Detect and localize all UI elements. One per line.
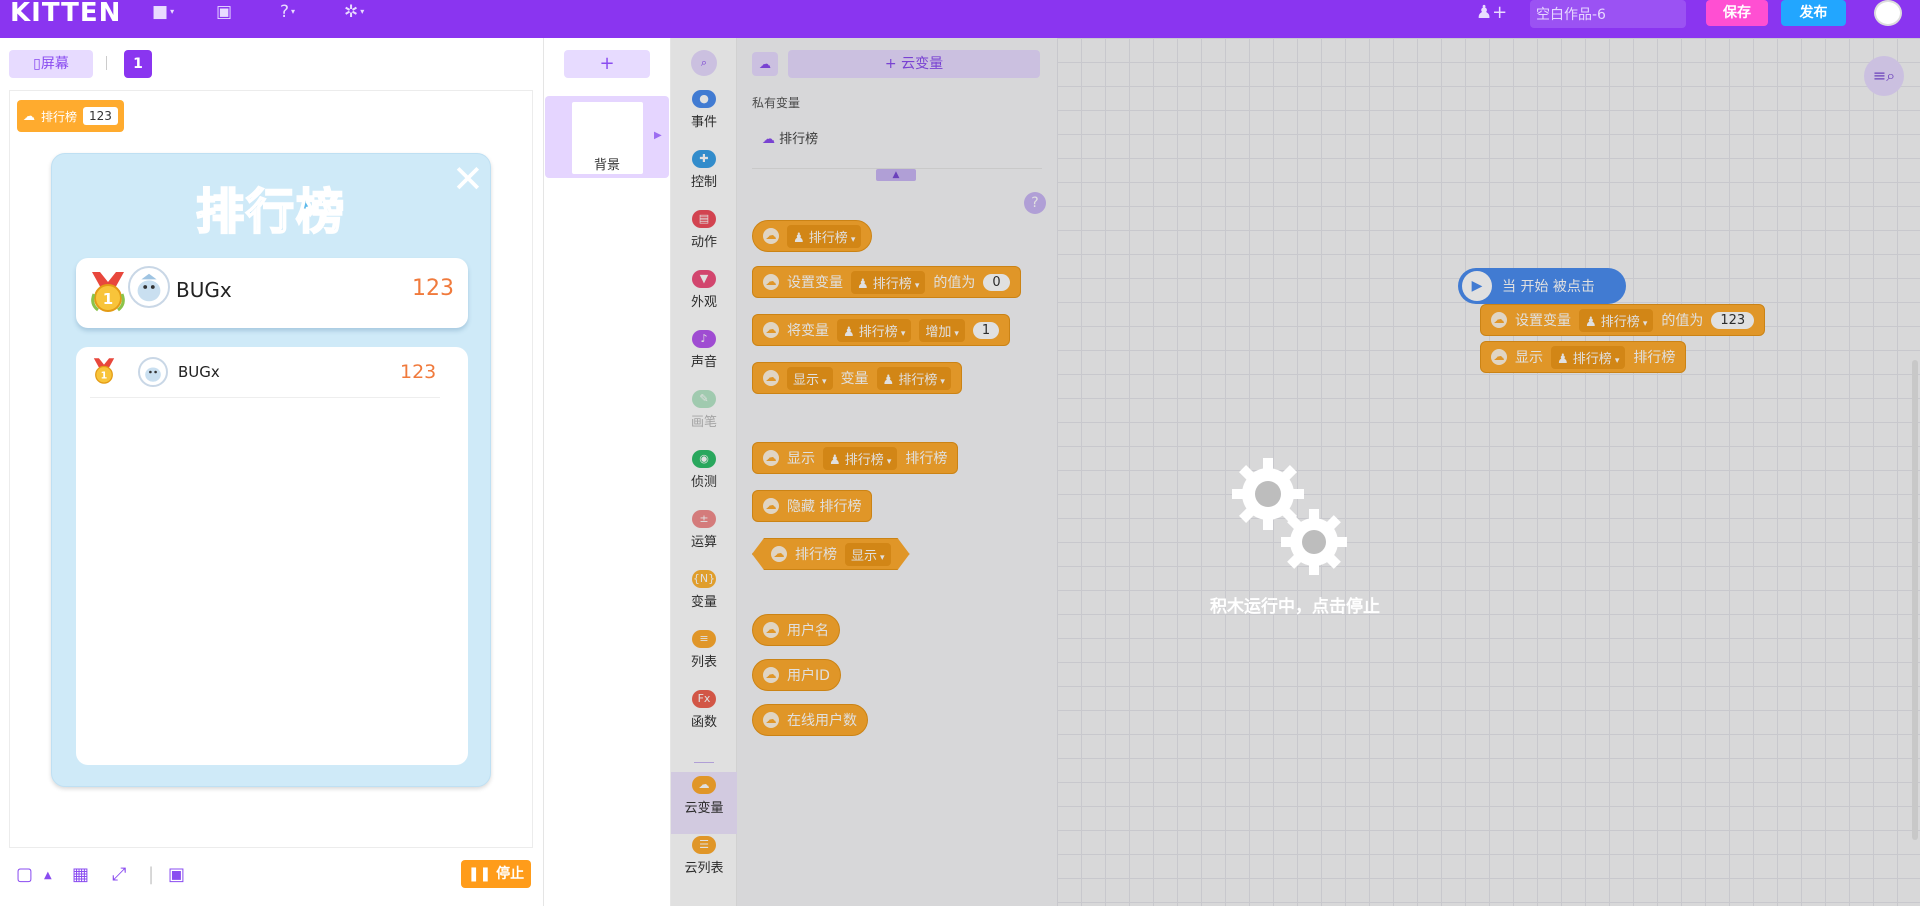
user-avatar[interactable] — [1874, 0, 1902, 26]
leaderboard-list: 1 BUGx 123 — [76, 347, 468, 765]
player-avatar — [138, 357, 168, 387]
help-menu-icon[interactable]: ? ▾ — [280, 2, 314, 22]
divider — [106, 56, 107, 70]
project-title-input[interactable]: 空白作品-6 — [1530, 0, 1686, 28]
gold-medal-icon: 1 — [93, 358, 115, 384]
cloud-icon: ☁ — [23, 109, 35, 123]
close-icon[interactable]: ✕ — [452, 160, 484, 198]
folder-menu-icon[interactable]: ■ ▾ — [152, 2, 186, 22]
variable-monitor[interactable]: ☁ 排行榜 123 — [17, 100, 124, 132]
leaderboard-panel: 排行榜 ✕ 1 BUGx 123 1 BUGx 123 — [51, 153, 491, 787]
row-divider — [90, 397, 440, 398]
save-button[interactable]: 保存 — [1706, 0, 1768, 26]
pause-icon: ❚❚ — [467, 866, 497, 882]
screen-button[interactable]: ▯屏幕 — [9, 50, 93, 78]
leaderboard-title: 排行榜 — [195, 183, 346, 241]
top-bar: KITTEN ■ ▾ ▣ ? ▾ ✲ ▾ ♟+ 空白作品-6 保存 发布 — [0, 0, 1920, 38]
running-status-text[interactable]: 积木运行中，点击停止 — [1150, 592, 1440, 617]
publish-button[interactable]: 发布 — [1781, 0, 1846, 26]
screen-label: 屏幕 — [40, 56, 69, 72]
fullscreen-icon[interactable]: ⤢ — [112, 864, 126, 885]
stop-button[interactable]: ❚❚ 停止 — [461, 860, 531, 888]
caret-up-icon[interactable]: ▲ — [44, 870, 52, 881]
chevron-right-icon[interactable]: ▶ — [654, 130, 662, 141]
backpack-icon[interactable]: ▣ — [216, 2, 250, 22]
top-entry-name: BUGx — [176, 278, 232, 302]
stop-label: 停止 — [496, 866, 525, 882]
screen-page-number[interactable]: 1 — [124, 50, 152, 78]
monitor-value: 123 — [83, 107, 118, 125]
svg-text:1: 1 — [101, 371, 108, 382]
add-collaborator-icon[interactable]: ♟+ — [1476, 2, 1507, 23]
add-sprite-button[interactable]: + — [564, 50, 650, 78]
screen-icon: ▯ — [33, 56, 41, 72]
row-score: 123 — [400, 361, 437, 383]
device-icon[interactable]: ▢ — [16, 864, 33, 885]
present-icon[interactable]: ▣ — [168, 864, 185, 885]
workspace-scrollbar[interactable] — [1912, 360, 1918, 840]
app-logo: KITTEN — [10, 0, 122, 28]
gold-medal-icon: 1 — [91, 272, 125, 312]
background-label: 背景 — [593, 158, 620, 173]
background-item[interactable]: 背景 ▶ — [545, 96, 669, 178]
top-entry-score: 123 — [412, 276, 454, 301]
settings-menu-icon[interactable]: ✲ ▾ — [344, 2, 378, 22]
monitor-name: 排行榜 — [41, 109, 78, 124]
svg-text:1: 1 — [103, 290, 113, 308]
player-avatar — [128, 266, 170, 308]
leaderboard-top-entry: 1 BUGx 123 — [76, 258, 468, 328]
divider: | — [148, 864, 155, 885]
row-name: BUGx — [178, 363, 220, 381]
gears-icon — [1232, 458, 1347, 575]
grid-icon[interactable]: ▦ — [72, 864, 89, 885]
